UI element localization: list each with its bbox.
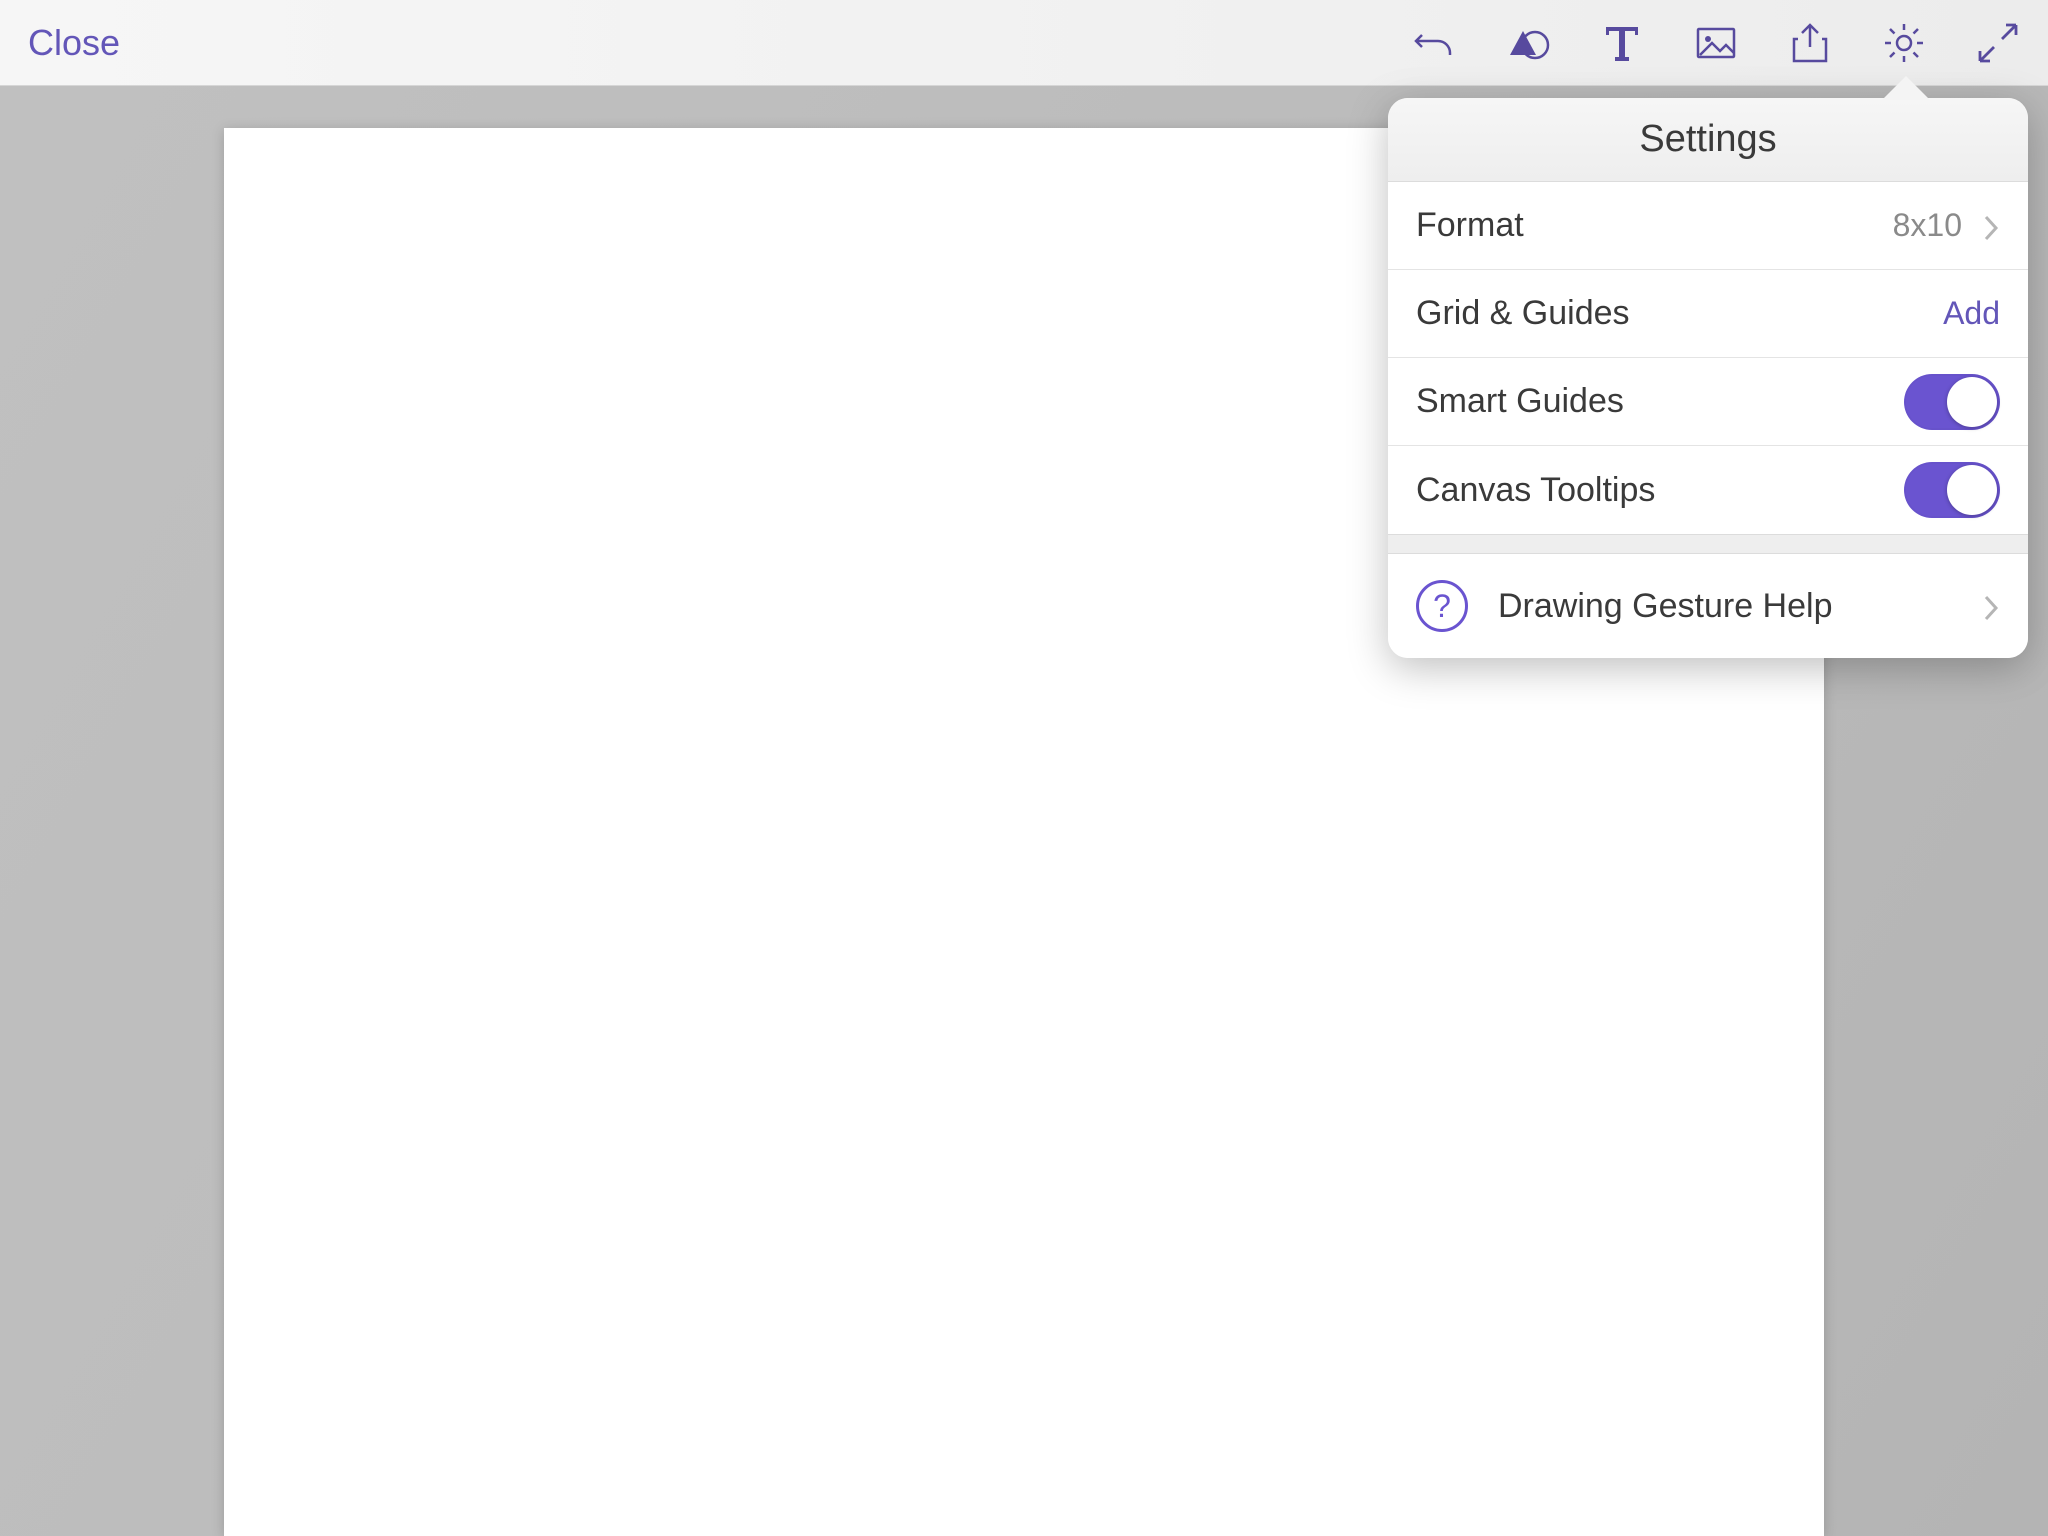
settings-row-format[interactable]: Format 8x10 bbox=[1388, 182, 2028, 270]
canvas-tooltips-label: Canvas Tooltips bbox=[1416, 471, 1904, 510]
popover-separator bbox=[1388, 534, 2028, 554]
text-icon[interactable] bbox=[1600, 21, 1644, 65]
settings-row-grid-guides[interactable]: Grid & Guides Add bbox=[1388, 270, 2028, 358]
smart-guides-toggle[interactable] bbox=[1904, 374, 2000, 430]
chevron-right-icon bbox=[1982, 212, 2000, 240]
gesture-help-label: Drawing Gesture Help bbox=[1498, 587, 1972, 626]
shape-icon[interactable] bbox=[1506, 21, 1550, 65]
smart-guides-label: Smart Guides bbox=[1416, 382, 1904, 421]
settings-row-canvas-tooltips: Canvas Tooltips bbox=[1388, 446, 2028, 534]
top-toolbar: Close bbox=[0, 0, 2048, 86]
gear-icon[interactable] bbox=[1882, 21, 1926, 65]
close-button[interactable]: Close bbox=[28, 22, 120, 64]
toggle-knob bbox=[1947, 377, 1997, 427]
grid-guides-add-button[interactable]: Add bbox=[1943, 295, 2000, 332]
fullscreen-icon[interactable] bbox=[1976, 21, 2020, 65]
settings-row-smart-guides: Smart Guides bbox=[1388, 358, 2028, 446]
help-icon: ? bbox=[1416, 580, 1468, 632]
settings-popover: Settings Format 8x10 Grid & Guides Add S… bbox=[1388, 98, 2028, 658]
settings-popover-title: Settings bbox=[1388, 98, 2028, 182]
canvas-tooltips-toggle[interactable] bbox=[1904, 462, 2000, 518]
toggle-knob bbox=[1947, 465, 1997, 515]
settings-rows: Format 8x10 Grid & Guides Add Smart Guid… bbox=[1388, 182, 2028, 534]
image-icon[interactable] bbox=[1694, 21, 1738, 65]
settings-row-gesture-help[interactable]: ? Drawing Gesture Help bbox=[1388, 554, 2028, 658]
undo-icon[interactable] bbox=[1412, 21, 1456, 65]
format-value: 8x10 bbox=[1893, 207, 1962, 244]
format-label: Format bbox=[1416, 206, 1893, 245]
toolbar-icons bbox=[1412, 21, 2020, 65]
grid-guides-label: Grid & Guides bbox=[1416, 294, 1943, 333]
share-icon[interactable] bbox=[1788, 21, 1832, 65]
chevron-right-icon bbox=[1982, 592, 2000, 620]
